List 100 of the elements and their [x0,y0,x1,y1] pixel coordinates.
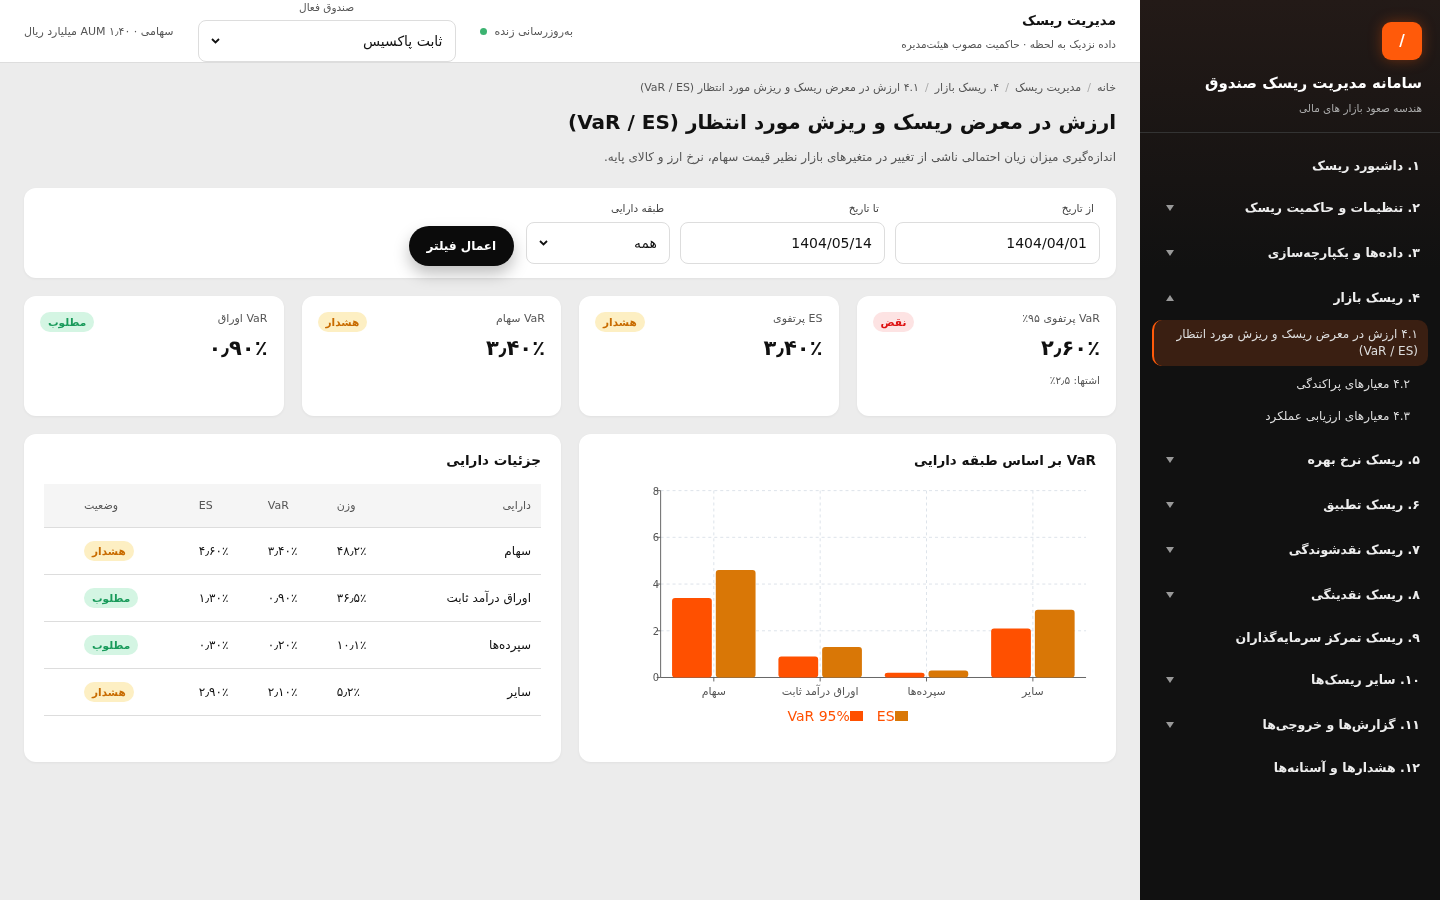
nav-item[interactable]: ۶. ریسک تطبیق [1152,482,1428,528]
status-badge: مطلوب [84,635,139,655]
bar [1034,609,1075,678]
nav-subitem[interactable]: ۴.۲ معیارهای پراکندگی [1152,369,1428,399]
page-header-title: مدیریت ریسک [1020,12,1116,28]
fund-select[interactable]: ثابت پاکسیس [197,20,456,62]
kpi-note: اشتها: ۲٫۵٪ [1048,374,1100,386]
app-logo: / [1382,22,1422,60]
nav-item[interactable]: ۵. ریسک نرخ بهره [1152,437,1428,483]
legend-label: VaR 95% [787,708,850,724]
table-cell: ۴٫۶۰٪ [188,527,258,575]
nav-item[interactable]: ۷. ریسک نقدشوندگی [1152,527,1428,573]
table-cell: سایر [395,668,541,716]
field-label: طبقه دارایی [609,202,665,214]
nav-item[interactable]: ۹. ریسک تمرکز سرمایه‌گذاران [1152,617,1428,658]
bar [928,670,969,678]
table-cell: سهام [395,527,541,575]
chevron-down-icon [210,38,220,44]
column-header: ES [188,484,258,528]
table-cell: ۰٫۹۰٪ [257,574,327,622]
table-cell: ۱۰٫۱٪ [326,621,396,669]
table-cell: ۱٫۳۰٪ [188,574,258,622]
table-cell: ۰٫۳۰٪ [188,621,258,669]
axis-tick-label: 6 [652,532,659,544]
status-badge: هشدار [595,312,645,332]
kpi-label: VaR سهام [496,312,545,325]
axis-category-label: سایر [1022,685,1044,699]
status-badge: هشدار [84,682,134,702]
kpi-value: ۳٫۴۰٪ [762,336,823,360]
asset-class-select[interactable]: همه [526,222,670,264]
nav-item[interactable]: ۱۰. سایر ریسک‌ها [1152,657,1428,703]
table-cell: ۵٫۲٪ [326,668,396,716]
caret-icon [1166,501,1174,508]
nav-item[interactable]: ۸. ریسک نقدینگی [1152,572,1428,618]
kpi-value: ۲٫۶۰٪ [1039,336,1100,360]
kpi-label: VaR پرتفوی ۹۵٪ [1022,312,1100,325]
column-header: وزن [326,484,396,528]
breadcrumb-link[interactable]: مدیریت ریسک [1014,81,1082,94]
nav-subitem[interactable]: ۴.۱ ارزش در معرض ریسک و ریزش مورد انتظار (VaR / ES) [1152,320,1428,366]
column-header: دارایی [395,484,541,528]
field-label: از تاریخ [1060,202,1095,214]
axis-tick-label: 0 [652,672,659,684]
bar [884,672,925,678]
caret-icon [1166,546,1174,553]
date-field[interactable]: 1404/04/01 [895,222,1100,264]
table-cell: ۰٫۲۰٪ [257,621,327,669]
kpi-value: ۰٫۹۰٪ [207,336,268,360]
page-title: ارزش در معرض ریسک و ریزش مورد انتظار (VaR / ES) [567,110,1116,134]
nav-item[interactable]: ۱۲. هشدارها و آستانه‌ها [1152,747,1428,788]
status-badge: مطلوب [84,588,139,608]
breadcrumb-separator: / [1005,81,1009,94]
apply-filter-button[interactable]: اعمال فیلتر [408,226,514,266]
axis-category-label: اوراق درآمد ثابت [781,685,859,699]
breadcrumb-link[interactable]: ۴. ریسک بازار [934,81,1000,94]
table-title: جزئیات دارایی [445,452,541,468]
column-header: VaR [257,484,327,528]
breadcrumb-link[interactable]: خانه [1096,81,1116,94]
table-cell: ۴۸٫۲٪ [326,527,396,575]
fund-info: سهامی · AUM ۱٫۴۰ میلیارد ریال [24,24,174,38]
page-header-subtitle: داده نزدیک به لحظه · حاکمیت مصوب هیئت‌مدیره [901,38,1116,50]
status-badge: مطلوب [40,312,95,332]
field-label: صندوق فعال [299,0,355,14]
table-cell: سپرده‌ها [395,621,541,669]
nav-item[interactable]: ۴. ریسک بازار [1152,275,1428,320]
breadcrumb-separator: / [1087,81,1091,94]
field-label: تا تاریخ [847,202,880,214]
table-cell: ۳٫۴۰٪ [257,527,327,575]
page-description: اندازه‌گیری میزان زیان احتمالی ناشی از تغییر در متغیرهای بازار نظیر قیمت سهام، نرخ ارز و کالای پایه. [603,150,1116,164]
nav-item[interactable]: ۱۱. گزارش‌ها و خروجی‌ها [1152,702,1428,748]
caret-icon [1166,591,1174,598]
status-badge: هشدار [317,312,368,332]
table-cell: ۲٫۹۰٪ [188,668,258,716]
status-badge: نقض [872,312,915,332]
table-cell: ۲٫۱۰٪ [257,668,327,716]
bar [778,656,819,678]
axis-tick-label: 4 [652,579,659,591]
column-header: وضعیت [44,484,189,528]
legend-label: ES [876,708,895,724]
nav-item[interactable]: ۱. داشبورد ریسک [1152,145,1428,185]
axis-tick-label: 8 [652,485,659,497]
chart-title: VaR بر اساس طبقه دارایی [913,452,1096,468]
status-badge: هشدار [84,541,134,561]
kpi-label: VaR اوراق [217,312,268,325]
caret-icon [1166,676,1174,683]
caret-icon [1166,204,1174,211]
bar [822,647,862,678]
date-field[interactable]: 1404/05/14 [680,222,885,264]
kpi-label: ES پرتفوی [773,312,823,325]
app-subtitle: هندسه صعود بازار های مالی [1299,102,1422,114]
nav-subitem[interactable]: ۴.۳ معیارهای ارزیابی عملکرد [1152,402,1428,432]
breadcrumb-link[interactable]: ۴.۱ ارزش در معرض ریسک و ریزش مورد انتظار (VaR / ES) [639,81,919,94]
axis-tick-label: 2 [652,625,659,637]
nav-item[interactable]: ۳. داده‌ها و یکپارچه‌سازی [1152,230,1428,275]
caret-icon [1166,721,1174,728]
axis-category-label: سهام [701,685,726,699]
axis-category-label: سپرده‌ها [907,685,946,699]
caret-icon [1166,294,1174,301]
caret-icon [1166,456,1174,463]
breadcrumb-separator: / [924,81,929,94]
nav-item[interactable]: ۲. تنظیمات و حاکمیت ریسک [1152,185,1428,230]
